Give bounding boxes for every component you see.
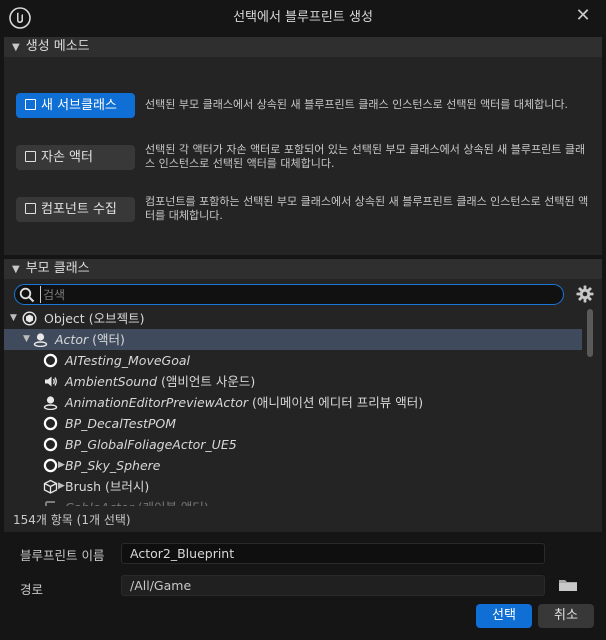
collapse-triangle-icon: ▼ [12,264,20,275]
tree-scrollbar-thumb[interactable] [587,309,593,357]
collapsed-arrow-icon[interactable]: ▶ [58,476,65,497]
tree-row-label: AnimationEditorPreviewActor (애니메이션 에디터 프… [65,395,424,410]
close-icon: ✕ [575,5,591,26]
circle-icon [43,458,58,473]
circle-icon [43,416,58,431]
select-button[interactable]: 선택 [476,604,532,628]
child-actor-button[interactable]: 자손 액터 [16,145,135,170]
tree-row[interactable]: AITesting_MoveGoal [4,350,582,371]
component-icon [25,203,36,214]
path-label: 경로 [20,582,44,597]
new-subclass-label: 새 서브클래스 [41,98,117,113]
tree-row-label: AITesting_MoveGoal [65,353,190,368]
actor-icon [33,332,48,348]
child-actor-icon [25,151,36,162]
circle-icon [43,353,58,368]
search-icon [19,287,35,303]
child-actor-label: 자손 액터 [41,150,93,165]
expanded-arrow-icon[interactable]: ▼ [10,308,17,329]
tree-row[interactable]: ▶ Brush (브러시) [4,476,582,497]
cube-icon [43,479,58,494]
parent-class-title: 부모 클래스 [25,261,90,276]
creation-method-title: 생성 메소드 [25,39,90,54]
collapse-triangle-icon: ▼ [12,42,20,53]
search-input[interactable] [40,286,540,303]
circle-icon [43,437,58,452]
new-subclass-button[interactable]: 새 서브클래스 [16,93,135,118]
harvest-components-button[interactable]: 컴포넌트 수집 [16,197,135,222]
item-count-status: 154개 항목 (1개 선택) [13,513,131,527]
object-icon [22,311,37,326]
creation-method-header[interactable]: ▼ 생성 메소드 [4,37,602,57]
tree-row[interactable]: ▼ Object (오브젝트) [4,308,582,329]
tree-row-label: BP_DecalTestPOM [65,416,177,431]
expanded-arrow-icon[interactable]: ▼ [23,329,30,350]
tree-row[interactable]: AnimationEditorPreviewActor (애니메이션 에디터 프… [4,392,582,413]
cancel-button[interactable]: 취소 [538,604,594,628]
tree-row-label: AmbientSound (앰비언트 사운드) [65,374,256,389]
blueprint-name-input[interactable] [121,543,545,564]
subclass-icon [25,99,36,110]
class-tree: ▼ Object (오브젝트) ▼ Actor (액터) AITesting_MoveG… [4,307,584,506]
tree-row[interactable]: ▶ BP_Sky_Sphere [4,455,582,476]
tree-row[interactable]: BP_GlobalFoliageActor_UE5 [4,434,582,455]
tree-row-label: CableActor (케이블 액터) [65,497,209,506]
actor-icon [43,395,58,411]
tree-row[interactable]: AmbientSound (앰비언트 사운드) [4,371,582,392]
close-button[interactable]: ✕ [570,3,596,29]
tree-row[interactable]: CableActor (케이블 액터) [4,497,582,506]
tree-row-label: BP_GlobalFoliageActor_UE5 [65,437,237,452]
window-title: 선택에서 블루프린트 생성 [233,10,373,25]
tree-row[interactable]: ▼ Actor (액터) [4,329,582,350]
blueprint-name-label: 블루프린트 이름 [20,548,105,563]
path-field[interactable]: /All/Game [121,575,545,596]
tree-row-label: Object (오브젝트) [44,311,145,326]
child-actor-description: 선택된 각 액터가 자손 액터로 포함되어 있는 선택된 부모 클래스에서 상속… [145,143,586,170]
new-subclass-description: 선택된 부모 클래스에서 상속된 새 블루프린트 클래스 인스턴스로 선택된 액… [145,98,569,111]
collapsed-arrow-icon[interactable]: ▶ [58,455,65,476]
gear-icon[interactable] [575,284,595,304]
cable-icon [43,500,58,506]
tree-row-label: Brush (브러시) [65,479,150,494]
harvest-components-label: 컴포넌트 수집 [41,202,117,217]
parent-class-header[interactable]: ▼ 부모 클래스 [4,259,602,279]
harvest-components-description: 컴포넌트를 포함하는 선택된 부모 클래스에서 상속된 새 블루프린트 클래스 … [145,195,589,222]
folder-icon[interactable] [557,575,579,595]
tree-row-label: Actor (액터) [55,332,125,347]
speaker-icon [43,374,58,389]
tree-row[interactable]: BP_DecalTestPOM [4,413,582,434]
tree-row-label: BP_Sky_Sphere [65,458,161,473]
